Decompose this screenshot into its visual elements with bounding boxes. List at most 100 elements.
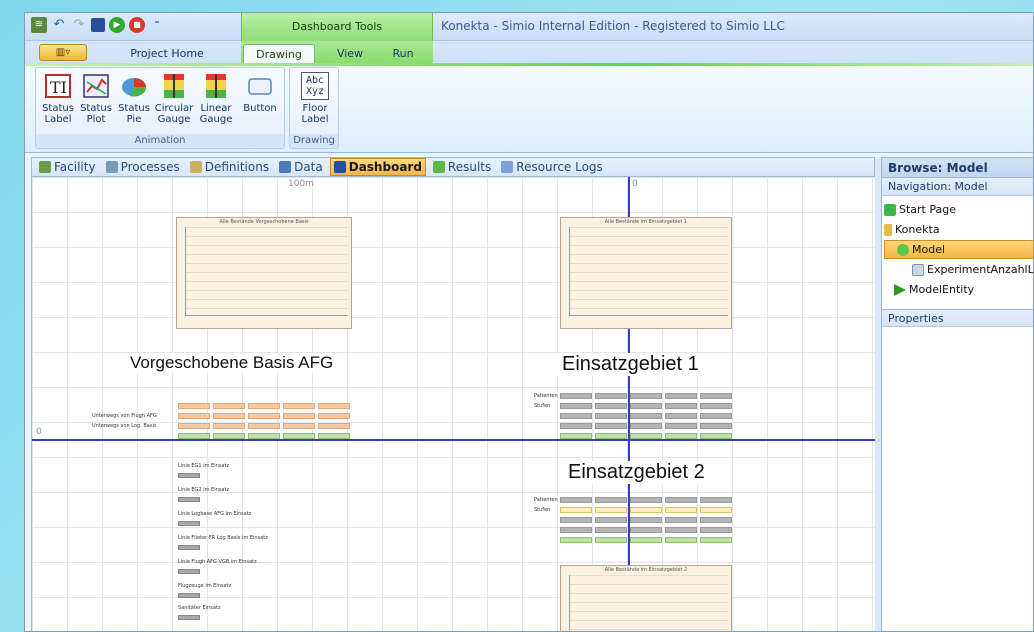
tab-results[interactable]: Results bbox=[430, 158, 494, 176]
basis-grid-cell bbox=[283, 413, 315, 419]
application-menu-button[interactable]: ▥▿ bbox=[39, 44, 87, 61]
eg2-grid-cell bbox=[560, 537, 592, 543]
basis-grid-cell bbox=[213, 403, 245, 409]
status-bar-flugzeuge bbox=[178, 593, 200, 598]
eg2-grid-cell bbox=[665, 537, 697, 543]
app-window: ≋ ↶ ↷ ▶ ■ ⁼ Dashboard Tools Konekta - Si… bbox=[24, 12, 1034, 632]
tab-view[interactable]: View bbox=[325, 44, 375, 63]
tab-definitions[interactable]: Definitions bbox=[187, 158, 272, 176]
eg2-grid-cell bbox=[700, 527, 732, 533]
tab-processes[interactable]: Processes bbox=[103, 158, 183, 176]
status-label-eg1: Linie EG1 im Einsatz bbox=[178, 463, 230, 469]
basis-grid-cell bbox=[283, 433, 315, 439]
status-bar-flieter bbox=[178, 545, 200, 550]
basis-grid-cell bbox=[248, 433, 280, 439]
status-plot-eg2[interactable]: Alle Bestände im Einsatzgebiet 2 bbox=[560, 565, 732, 631]
resource-logs-icon bbox=[501, 161, 514, 173]
data-icon bbox=[279, 161, 292, 173]
status-plot-eg1[interactable]: Alle Bestände im Einsatzgebiet 1 bbox=[560, 217, 732, 329]
eg1-row-patienten: Patienten bbox=[534, 393, 558, 399]
basis-grid-cell bbox=[248, 423, 280, 429]
definitions-icon bbox=[189, 161, 202, 173]
status-plot-icon bbox=[83, 74, 109, 98]
ruler-label-zero-left: 0 bbox=[36, 427, 42, 437]
eg2-grid-cell bbox=[630, 527, 662, 533]
circular-gauge-text2: Gauge bbox=[157, 114, 191, 125]
status-label-text2: Label bbox=[44, 114, 72, 125]
status-plot-button[interactable]: Status Plot bbox=[76, 72, 116, 125]
linear-gauge-button[interactable]: Linear Gauge bbox=[196, 72, 236, 125]
plot-eg2-area bbox=[569, 575, 728, 631]
eg1-grid-cell bbox=[630, 393, 662, 399]
eg1-grid-cell bbox=[595, 433, 627, 439]
eg1-grid-cell bbox=[700, 403, 732, 409]
app-logo-icon[interactable]: ≋ bbox=[31, 17, 47, 33]
status-pie-text1: Status bbox=[118, 103, 150, 114]
status-bar-flugh-vgb bbox=[178, 569, 200, 574]
eg2-grid-cell bbox=[630, 497, 662, 503]
plot-eg1-area bbox=[569, 227, 728, 316]
properties-header: Properties bbox=[882, 309, 1033, 327]
status-label-button[interactable]: TI Status Label bbox=[38, 72, 78, 125]
start-page-icon bbox=[884, 203, 896, 216]
tab-run[interactable]: Run bbox=[383, 44, 423, 63]
tab-data[interactable]: Data bbox=[276, 158, 326, 176]
circular-gauge-text1: Circular bbox=[154, 103, 194, 114]
floor-label-eg2[interactable]: Einsatzgebiet 2 bbox=[562, 461, 711, 484]
run-icon[interactable]: ▶ bbox=[109, 17, 125, 33]
eg1-grid-cell bbox=[665, 403, 697, 409]
tree-item-experiment[interactable]: ExperimentAnzahlLk bbox=[912, 260, 1033, 279]
eg1-grid-cell bbox=[665, 393, 697, 399]
eg2-grid-cell bbox=[560, 517, 592, 523]
drawing-group-label: Drawing bbox=[290, 134, 338, 148]
floor-label-basis[interactable]: Vorgeschobene Basis AFG bbox=[124, 353, 340, 373]
tree-item-modelentity[interactable]: ModelEntity bbox=[894, 280, 974, 299]
eg2-grid-cell bbox=[560, 527, 592, 533]
ribbon-tab-row: ▥▿ Project Home Drawing View Run bbox=[25, 41, 1033, 63]
tab-processes-label: Processes bbox=[120, 160, 180, 174]
eg2-grid-cell bbox=[595, 527, 627, 533]
eg2-grid-cell bbox=[560, 507, 592, 513]
tree-item-model[interactable]: Model bbox=[884, 240, 1033, 259]
customize-toolbar-icon[interactable]: ⁼ bbox=[149, 17, 165, 33]
ruler-label-zero-top: 0 bbox=[632, 179, 638, 189]
redo-icon[interactable]: ↷ bbox=[71, 17, 87, 33]
status-pie-button[interactable]: Status Pie bbox=[114, 72, 154, 125]
tree-item-start-page[interactable]: Start Page bbox=[884, 200, 956, 219]
undo-icon[interactable]: ↶ bbox=[51, 17, 67, 33]
floor-label-text1: Floor bbox=[302, 103, 328, 114]
context-accent-line bbox=[25, 63, 1033, 66]
eg2-grid-cell bbox=[700, 507, 732, 513]
basis-grid-cell bbox=[213, 423, 245, 429]
basis-grid-cell bbox=[178, 423, 210, 429]
horizontal-axis-line bbox=[32, 439, 875, 441]
status-bar-eg2 bbox=[178, 497, 200, 502]
status-plot-basis[interactable]: Alle Bestände Vorgeschobene Basis bbox=[176, 217, 352, 329]
eg2-grid-cell bbox=[700, 537, 732, 543]
button-button[interactable]: Button bbox=[240, 72, 280, 114]
tab-dashboard[interactable]: Dashboard bbox=[329, 158, 426, 176]
document-tabs: Facility Processes Definitions Data Dash… bbox=[31, 157, 875, 177]
basis-grid-cell bbox=[213, 413, 245, 419]
tab-resource-logs[interactable]: Resource Logs bbox=[498, 158, 606, 176]
dashboard-canvas[interactable]: 100m 0 0 Alle Bestände Vorgeschobene Bas… bbox=[31, 177, 875, 631]
tree-item-konekta[interactable]: Konekta bbox=[884, 220, 940, 239]
tab-facility[interactable]: Facility bbox=[36, 158, 99, 176]
eg2-grid-cell bbox=[700, 497, 732, 503]
floor-label-button[interactable]: Abc Xyz Floor Label bbox=[295, 72, 335, 125]
tab-resource-logs-label: Resource Logs bbox=[516, 160, 603, 174]
basis-grid-cell bbox=[318, 403, 350, 409]
context-tab-group-label: Dashboard Tools bbox=[291, 20, 383, 33]
save-icon[interactable] bbox=[91, 18, 105, 32]
stop-icon[interactable]: ■ bbox=[129, 17, 145, 33]
tab-project-home[interactable]: Project Home bbox=[117, 44, 217, 63]
status-label-icon: TI bbox=[45, 74, 71, 98]
tab-dashboard-label: Dashboard bbox=[348, 160, 422, 174]
eg2-grid-cell bbox=[630, 537, 662, 543]
tab-drawing[interactable]: Drawing bbox=[243, 44, 315, 63]
circular-gauge-button[interactable]: Circular Gauge bbox=[154, 72, 194, 125]
status-label-text1: Status bbox=[42, 103, 74, 114]
floor-label-eg1[interactable]: Einsatzgebiet 1 bbox=[556, 353, 705, 376]
eg1-grid-cell bbox=[630, 433, 662, 439]
status-label-eg2: Linie EG2 im Einsatz bbox=[178, 487, 230, 493]
